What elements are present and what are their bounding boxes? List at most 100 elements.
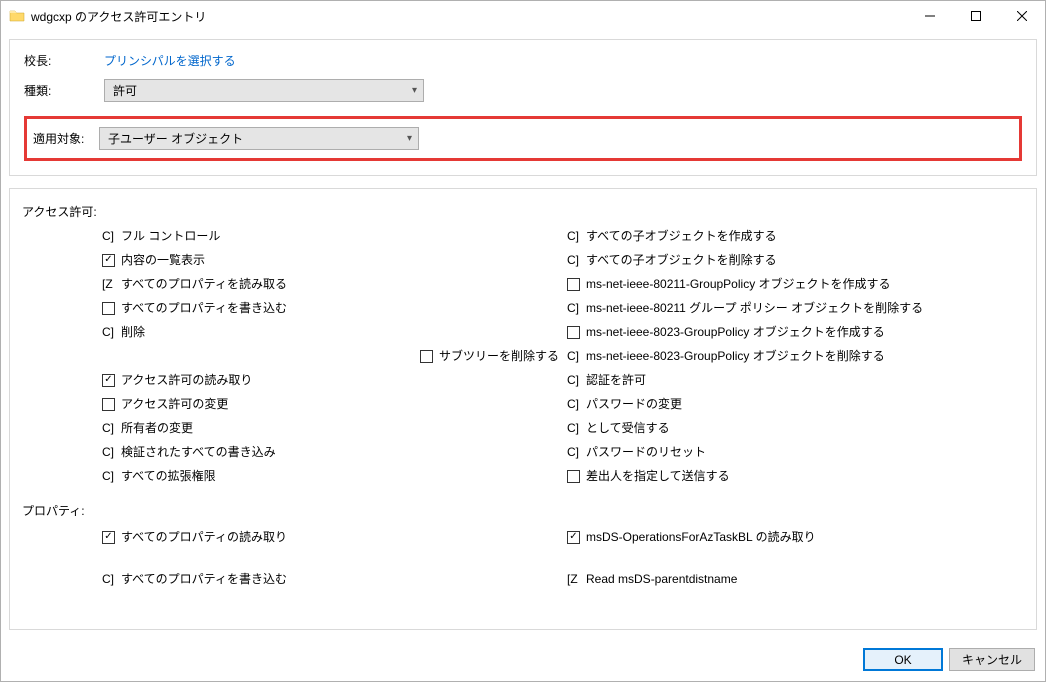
prefix-text: C] [567, 248, 580, 272]
prefix-text: C] [567, 440, 580, 464]
properties-label: プロパティ: [22, 502, 1024, 519]
permission-item: ms-net-ieee-8023-GroupPolicy オブジェクトを作成する [567, 320, 1024, 344]
cancel-button[interactable]: キャンセル [949, 648, 1035, 671]
permission-label: ms-net-ieee-8023-GroupPolicy オブジェクトを作成する [586, 320, 885, 344]
permission-label: 検証されたすべての書き込み [121, 440, 276, 464]
principal-label: 校長: [24, 52, 98, 69]
permission-label: すべての拡張権限 [121, 464, 216, 488]
permission-item: サブツリーを削除する [102, 344, 559, 368]
applies-value: 子ユーザー オブジェクト [108, 130, 243, 147]
permission-label: ms-net-ieee-80211 グループ ポリシー オブジェクトを削除する [586, 296, 923, 320]
permissions-grid: C]フル コントロールC]すべての子オブジェクトを作成する内容の一覧表示C]すべ… [22, 224, 1024, 488]
checkbox[interactable] [567, 278, 580, 291]
checkbox[interactable] [102, 374, 115, 387]
permission-label: アクセス許可の変更 [121, 392, 228, 416]
permission-item: 内容の一覧表示 [102, 248, 559, 272]
checkbox[interactable] [420, 350, 433, 363]
permission-item: すべてのプロパティを書き込む [102, 296, 559, 320]
properties-grid: すべてのプロパティの読み取り msDS-OperationsForAzTaskBL… [22, 525, 1024, 591]
type-value: 許可 [113, 82, 137, 99]
permission-item: すべてのプロパティの読み取り [102, 525, 559, 549]
permission-label: 内容の一覧表示 [121, 248, 205, 272]
checkbox[interactable] [567, 326, 580, 339]
applies-to-highlight: 適用対象: 子ユーザー オブジェクト ▾ [24, 116, 1022, 161]
permission-label: アクセス許可の読み取り [121, 368, 252, 392]
chevron-down-icon: ▾ [407, 133, 412, 144]
permission-label: ms-net-ieee-8023-GroupPolicy オブジェクトを削除する [586, 344, 885, 368]
prefix-text: [Z [567, 567, 580, 591]
permission-label: すべてのプロパティの読み取り [121, 525, 287, 549]
prefix-text: C] [567, 416, 580, 440]
permission-item: C]パスワードの変更 [567, 392, 1024, 416]
prefix-text: C] [102, 567, 115, 591]
ok-button[interactable]: OK [863, 648, 943, 671]
permission-label: 所有者の変更 [121, 416, 193, 440]
permission-item: C]所有者の変更 [102, 416, 559, 440]
content-area: 校長: プリンシパルを選択する 種類: 許可 ▾ 適用対象: 子ユーザー オブジ… [1, 31, 1045, 638]
type-combobox[interactable]: 許可 ▾ [104, 79, 424, 102]
prefix-text: C] [102, 440, 115, 464]
permission-item: msDS-OperationsForAzTaskBL の読み取り [567, 525, 1024, 549]
prefix-text: C] [102, 224, 115, 248]
principal-panel: 校長: プリンシパルを選択する 種類: 許可 ▾ 適用対象: 子ユーザー オブジ… [9, 39, 1037, 176]
prefix-text: C] [567, 296, 580, 320]
permission-item: C]ms-net-ieee-80211 グループ ポリシー オブジェクトを削除す… [567, 296, 1024, 320]
permission-item: [Zすべてのプロパティを読み取る [102, 272, 559, 296]
permission-label: msDS-OperationsForAzTaskBL の読み取り [586, 525, 816, 549]
permission-label: フル コントロール [121, 224, 220, 248]
permissions-panel: アクセス許可: C]フル コントロールC]すべての子オブジェクトを作成する内容の… [9, 188, 1037, 630]
select-principal-link[interactable]: プリンシパルを選択する [104, 52, 1022, 69]
prefix-text: C] [567, 224, 580, 248]
permission-item: C]すべてのプロパティを書き込む [102, 567, 559, 591]
permission-label: すべてのプロパティを書き込む [121, 296, 287, 320]
checkbox[interactable] [567, 470, 580, 483]
permission-item: C]すべての子オブジェクトを作成する [567, 224, 1024, 248]
permissions-label: アクセス許可: [22, 203, 1024, 220]
permission-label: Read msDS-parentdistname [586, 567, 737, 591]
permission-item: C]すべての子オブジェクトを削除する [567, 248, 1024, 272]
prefix-text: C] [102, 464, 115, 488]
prefix-text: C] [567, 344, 580, 368]
permission-item: アクセス許可の変更 [102, 392, 559, 416]
folder-icon [9, 8, 25, 24]
checkbox[interactable] [102, 254, 115, 267]
button-bar: OK キャンセル [1, 638, 1045, 681]
checkbox[interactable] [102, 398, 115, 411]
type-label: 種類: [24, 82, 98, 99]
permission-label: ms-net-ieee-80211-GroupPolicy オブジェクトを作成す… [586, 272, 891, 296]
permission-label: すべてのプロパティを読み取る [121, 272, 287, 296]
maximize-button[interactable] [953, 1, 999, 31]
prefix-text: C] [567, 368, 580, 392]
permission-label: すべてのプロパティを書き込む [121, 567, 287, 591]
close-button[interactable] [999, 1, 1045, 31]
permission-label: すべての子オブジェクトを作成する [586, 224, 777, 248]
permission-item: C]ms-net-ieee-8023-GroupPolicy オブジェクトを削除… [567, 344, 1024, 368]
checkbox[interactable] [102, 302, 115, 315]
permission-item: 差出人を指定して送信する [567, 464, 1024, 488]
permission-item: [ZRead msDS-parentdistname [567, 567, 1024, 591]
permission-item: C]削除 [102, 320, 559, 344]
permission-item: C]フル コントロール [102, 224, 559, 248]
titlebar: wdgcxp のアクセス許可エントリ [1, 1, 1045, 31]
permission-item: C]パスワードのリセット [567, 440, 1024, 464]
dialog-window: wdgcxp のアクセス許可エントリ 校長: プリンシパルを選択する 種類: 許… [0, 0, 1046, 682]
permission-item: ms-net-ieee-80211-GroupPolicy オブジェクトを作成す… [567, 272, 1024, 296]
permission-label: として受信する [586, 416, 670, 440]
permission-label: 削除 [121, 320, 145, 344]
applies-label: 適用対象: [33, 130, 93, 147]
permission-label: すべての子オブジェクトを削除する [586, 248, 777, 272]
minimize-button[interactable] [907, 1, 953, 31]
permission-item: C]検証されたすべての書き込み [102, 440, 559, 464]
permission-item: C]すべての拡張権限 [102, 464, 559, 488]
applies-combobox[interactable]: 子ユーザー オブジェクト ▾ [99, 127, 419, 150]
checkbox[interactable] [567, 531, 580, 544]
permission-label: 差出人を指定して送信する [586, 464, 730, 488]
prefix-text: C] [102, 320, 115, 344]
prefix-text: C] [102, 416, 115, 440]
permission-item: アクセス許可の読み取り [102, 368, 559, 392]
window-title: wdgcxp のアクセス許可エントリ [31, 8, 907, 25]
permission-item: C]認証を許可 [567, 368, 1024, 392]
prefix-text: [Z [102, 272, 115, 296]
permission-label: パスワードの変更 [586, 392, 682, 416]
checkbox[interactable] [102, 531, 115, 544]
